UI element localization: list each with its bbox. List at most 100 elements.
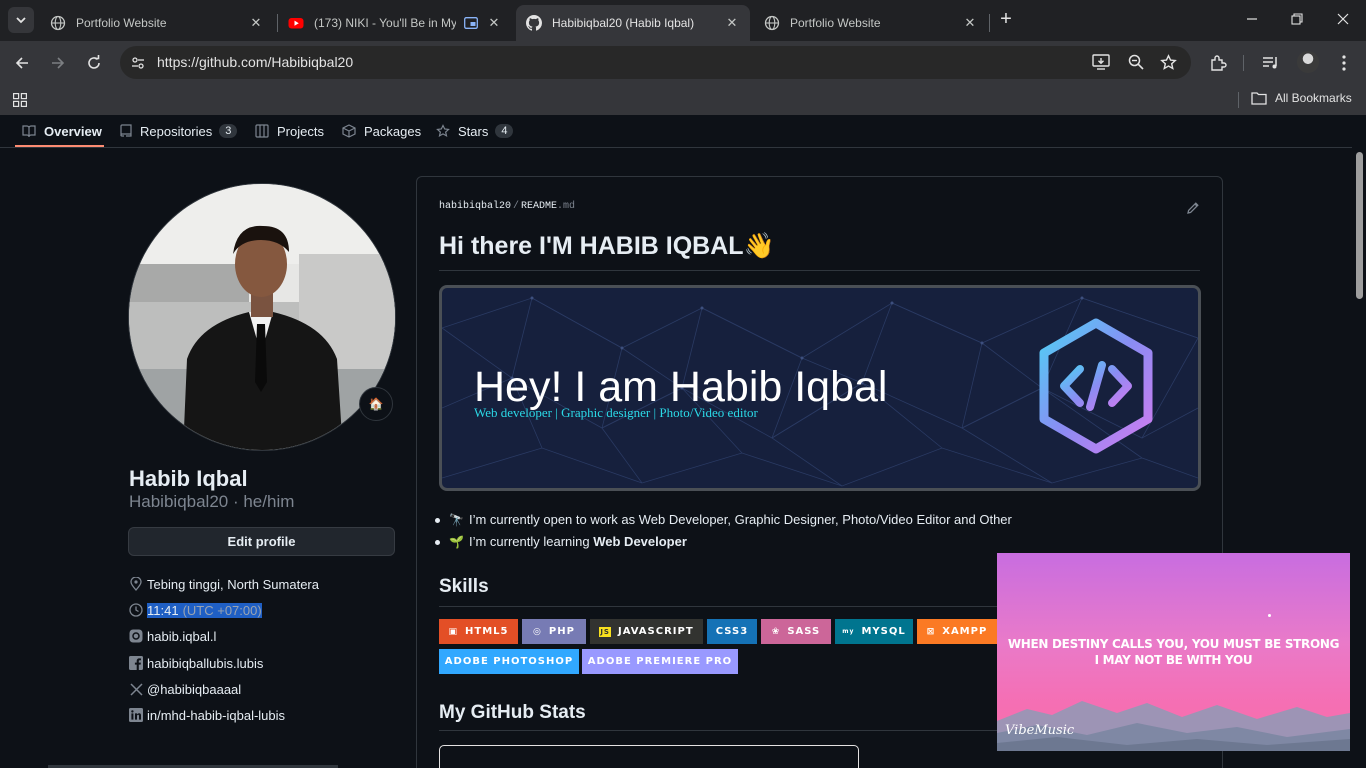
book-icon bbox=[22, 125, 36, 138]
x-twitter-icon bbox=[128, 681, 144, 697]
vibemusic-logo: VibeMusic bbox=[1005, 723, 1075, 738]
new-tab-button[interactable]: + bbox=[994, 8, 1018, 32]
scrollbar-thumb[interactable] bbox=[1356, 152, 1363, 299]
facebook-item[interactable]: habibiqballubis.lubis bbox=[128, 653, 263, 673]
active-tab-indicator bbox=[15, 145, 104, 147]
tab-search-button[interactable] bbox=[8, 7, 34, 33]
location-pin-icon bbox=[128, 576, 144, 592]
skill-badge-premiere: ADOBE PREMIERE PRO bbox=[582, 649, 738, 674]
bookmark-star-icon[interactable] bbox=[1160, 54, 1177, 76]
bookmarks-bar: All Bookmarks bbox=[0, 84, 1366, 115]
facebook-icon bbox=[128, 655, 144, 671]
heading-divider bbox=[439, 270, 1200, 271]
extensions-icon[interactable] bbox=[1204, 49, 1232, 77]
menu-icon[interactable] bbox=[1330, 49, 1358, 77]
profile-avatar-icon[interactable] bbox=[1297, 51, 1319, 73]
mysql-icon: my bbox=[842, 628, 855, 635]
skill-badge-css3: CSS3 bbox=[707, 619, 757, 644]
install-app-icon[interactable] bbox=[1092, 54, 1110, 76]
tab-youtube[interactable]: (173) NIKI - You'll Be in My H ✕ bbox=[278, 5, 512, 41]
readme-heading-text: Hi there I'M HABIB IQBAL bbox=[439, 232, 744, 260]
telescope-icon: 🔭 bbox=[449, 512, 464, 527]
tab-portfolio-1[interactable]: Portfolio Website ✕ bbox=[40, 5, 274, 41]
tab-stars[interactable]: Stars 4 bbox=[436, 115, 514, 147]
avatar[interactable] bbox=[128, 183, 396, 451]
set-status-button[interactable]: 🏠 bbox=[359, 387, 393, 421]
restore-icon[interactable] bbox=[1282, 8, 1312, 32]
list-item: 🌱 I’m currently learning Web Developer bbox=[435, 534, 687, 549]
tab-stars-label: Stars bbox=[458, 123, 489, 139]
edit-readme-pencil-icon[interactable] bbox=[1186, 201, 1200, 220]
readme-path: habibiqbal20/README.md bbox=[439, 201, 575, 212]
timezone-value: (UTC +07:00) bbox=[182, 602, 262, 618]
banner-subtitle: Web developer | Graphic designer | Photo… bbox=[474, 405, 758, 420]
location-text: Tebing tinggi, North Sumatera bbox=[147, 576, 319, 592]
window-close-icon[interactable] bbox=[1328, 8, 1358, 32]
edit-profile-button[interactable]: Edit profile bbox=[128, 527, 395, 556]
site-settings-icon[interactable] bbox=[128, 53, 148, 73]
media-controls-icon[interactable] bbox=[1257, 49, 1285, 77]
instagram-text[interactable]: habib.iqbal.l bbox=[147, 629, 216, 644]
linkedin-text[interactable]: in/mhd-habib-iqbal-lubis bbox=[147, 708, 285, 723]
page-scrollbar[interactable] bbox=[1352, 115, 1366, 768]
star-icon bbox=[436, 124, 450, 138]
javascript-icon: JS bbox=[599, 626, 611, 637]
tab-projects[interactable]: Projects bbox=[255, 115, 324, 147]
sass-icon: ❀ bbox=[771, 626, 781, 637]
star-dot bbox=[1268, 614, 1271, 617]
picture-in-picture-video[interactable]: WHEN DESTINY CALLS YOU, YOU MUST BE STRO… bbox=[997, 553, 1350, 751]
local-time-item: 11:41 (UTC +07:00) bbox=[128, 600, 262, 620]
close-icon[interactable]: ✕ bbox=[724, 15, 740, 31]
github-stats-heading: My GitHub Stats bbox=[439, 702, 586, 723]
skill-label: XAMPP bbox=[942, 626, 988, 637]
home-emoji-icon: 🏠 bbox=[368, 397, 384, 411]
list-item-text: I’m currently open to work as Web Develo… bbox=[468, 512, 1012, 527]
skill-label: ADOBE PHOTOSHOP bbox=[444, 656, 574, 667]
reload-icon[interactable] bbox=[80, 49, 108, 77]
minimize-icon[interactable] bbox=[1237, 8, 1267, 32]
clock-icon bbox=[128, 602, 144, 618]
facebook-text[interactable]: habibiqballubis.lubis bbox=[147, 656, 263, 671]
tab-portfolio-2[interactable]: Portfolio Website ✕ bbox=[754, 5, 988, 41]
twitter-item[interactable]: @habibiqbaaaal bbox=[128, 679, 241, 699]
lyric-line-2: I MAY NOT BE WITH YOU bbox=[1094, 653, 1253, 667]
close-icon[interactable]: ✕ bbox=[962, 15, 978, 31]
all-bookmarks-button[interactable]: All Bookmarks bbox=[1251, 91, 1352, 105]
package-icon bbox=[342, 124, 356, 138]
skill-badge-html5: ▣ HTML5 bbox=[439, 619, 518, 644]
close-icon[interactable]: ✕ bbox=[248, 15, 264, 31]
close-icon[interactable]: ✕ bbox=[486, 15, 502, 31]
readme-file-name[interactable]: README bbox=[521, 201, 557, 212]
back-icon[interactable] bbox=[8, 49, 36, 77]
profile-login: Habibiqbal20 · he/him bbox=[129, 492, 295, 511]
tab-title: Portfolio Website bbox=[790, 16, 881, 30]
repositories-counter: 3 bbox=[219, 124, 238, 138]
all-bookmarks-label: All Bookmarks bbox=[1275, 91, 1352, 105]
timezone-text: (UTC +07:00) bbox=[178, 602, 262, 618]
linkedin-icon bbox=[128, 707, 144, 723]
tab-overview-label: Overview bbox=[44, 123, 102, 139]
twitter-text[interactable]: @habibiqbaaaal bbox=[147, 682, 241, 697]
readme-heading: Hi there I'M HABIB IQBAL👋 bbox=[439, 232, 775, 261]
tab-packages[interactable]: Packages bbox=[342, 115, 421, 147]
apps-grid-icon[interactable] bbox=[13, 93, 27, 112]
skill-label: SASS bbox=[787, 626, 821, 637]
tab-overview[interactable]: Overview bbox=[22, 115, 102, 147]
globe-icon bbox=[764, 15, 780, 31]
tab-packages-label: Packages bbox=[364, 123, 422, 139]
linkedin-item[interactable]: in/mhd-habib-iqbal-lubis bbox=[128, 705, 285, 725]
list-item: 🔭 I’m currently open to work as Web Deve… bbox=[435, 512, 1012, 527]
bookmarks-divider bbox=[1238, 92, 1239, 108]
github-icon bbox=[526, 15, 542, 31]
skill-label: PHP bbox=[548, 626, 575, 637]
tab-repositories[interactable]: Repositories 3 bbox=[119, 115, 238, 147]
folder-icon bbox=[1251, 92, 1267, 105]
forward-icon[interactable] bbox=[44, 49, 72, 77]
chevron-down-icon bbox=[16, 17, 26, 24]
zoom-icon[interactable] bbox=[1128, 54, 1144, 75]
readme-path-user[interactable]: habibiqbal20 bbox=[439, 201, 511, 212]
instagram-item[interactable]: habib.iqbal.l bbox=[128, 626, 216, 646]
address-bar[interactable]: https://github.com/Habibiqbal20 bbox=[120, 46, 1191, 79]
tab-github-profile[interactable]: Habibiqbal20 (Habib Iqbal) ✕ bbox=[516, 5, 750, 41]
tab-projects-label: Projects bbox=[277, 123, 324, 139]
